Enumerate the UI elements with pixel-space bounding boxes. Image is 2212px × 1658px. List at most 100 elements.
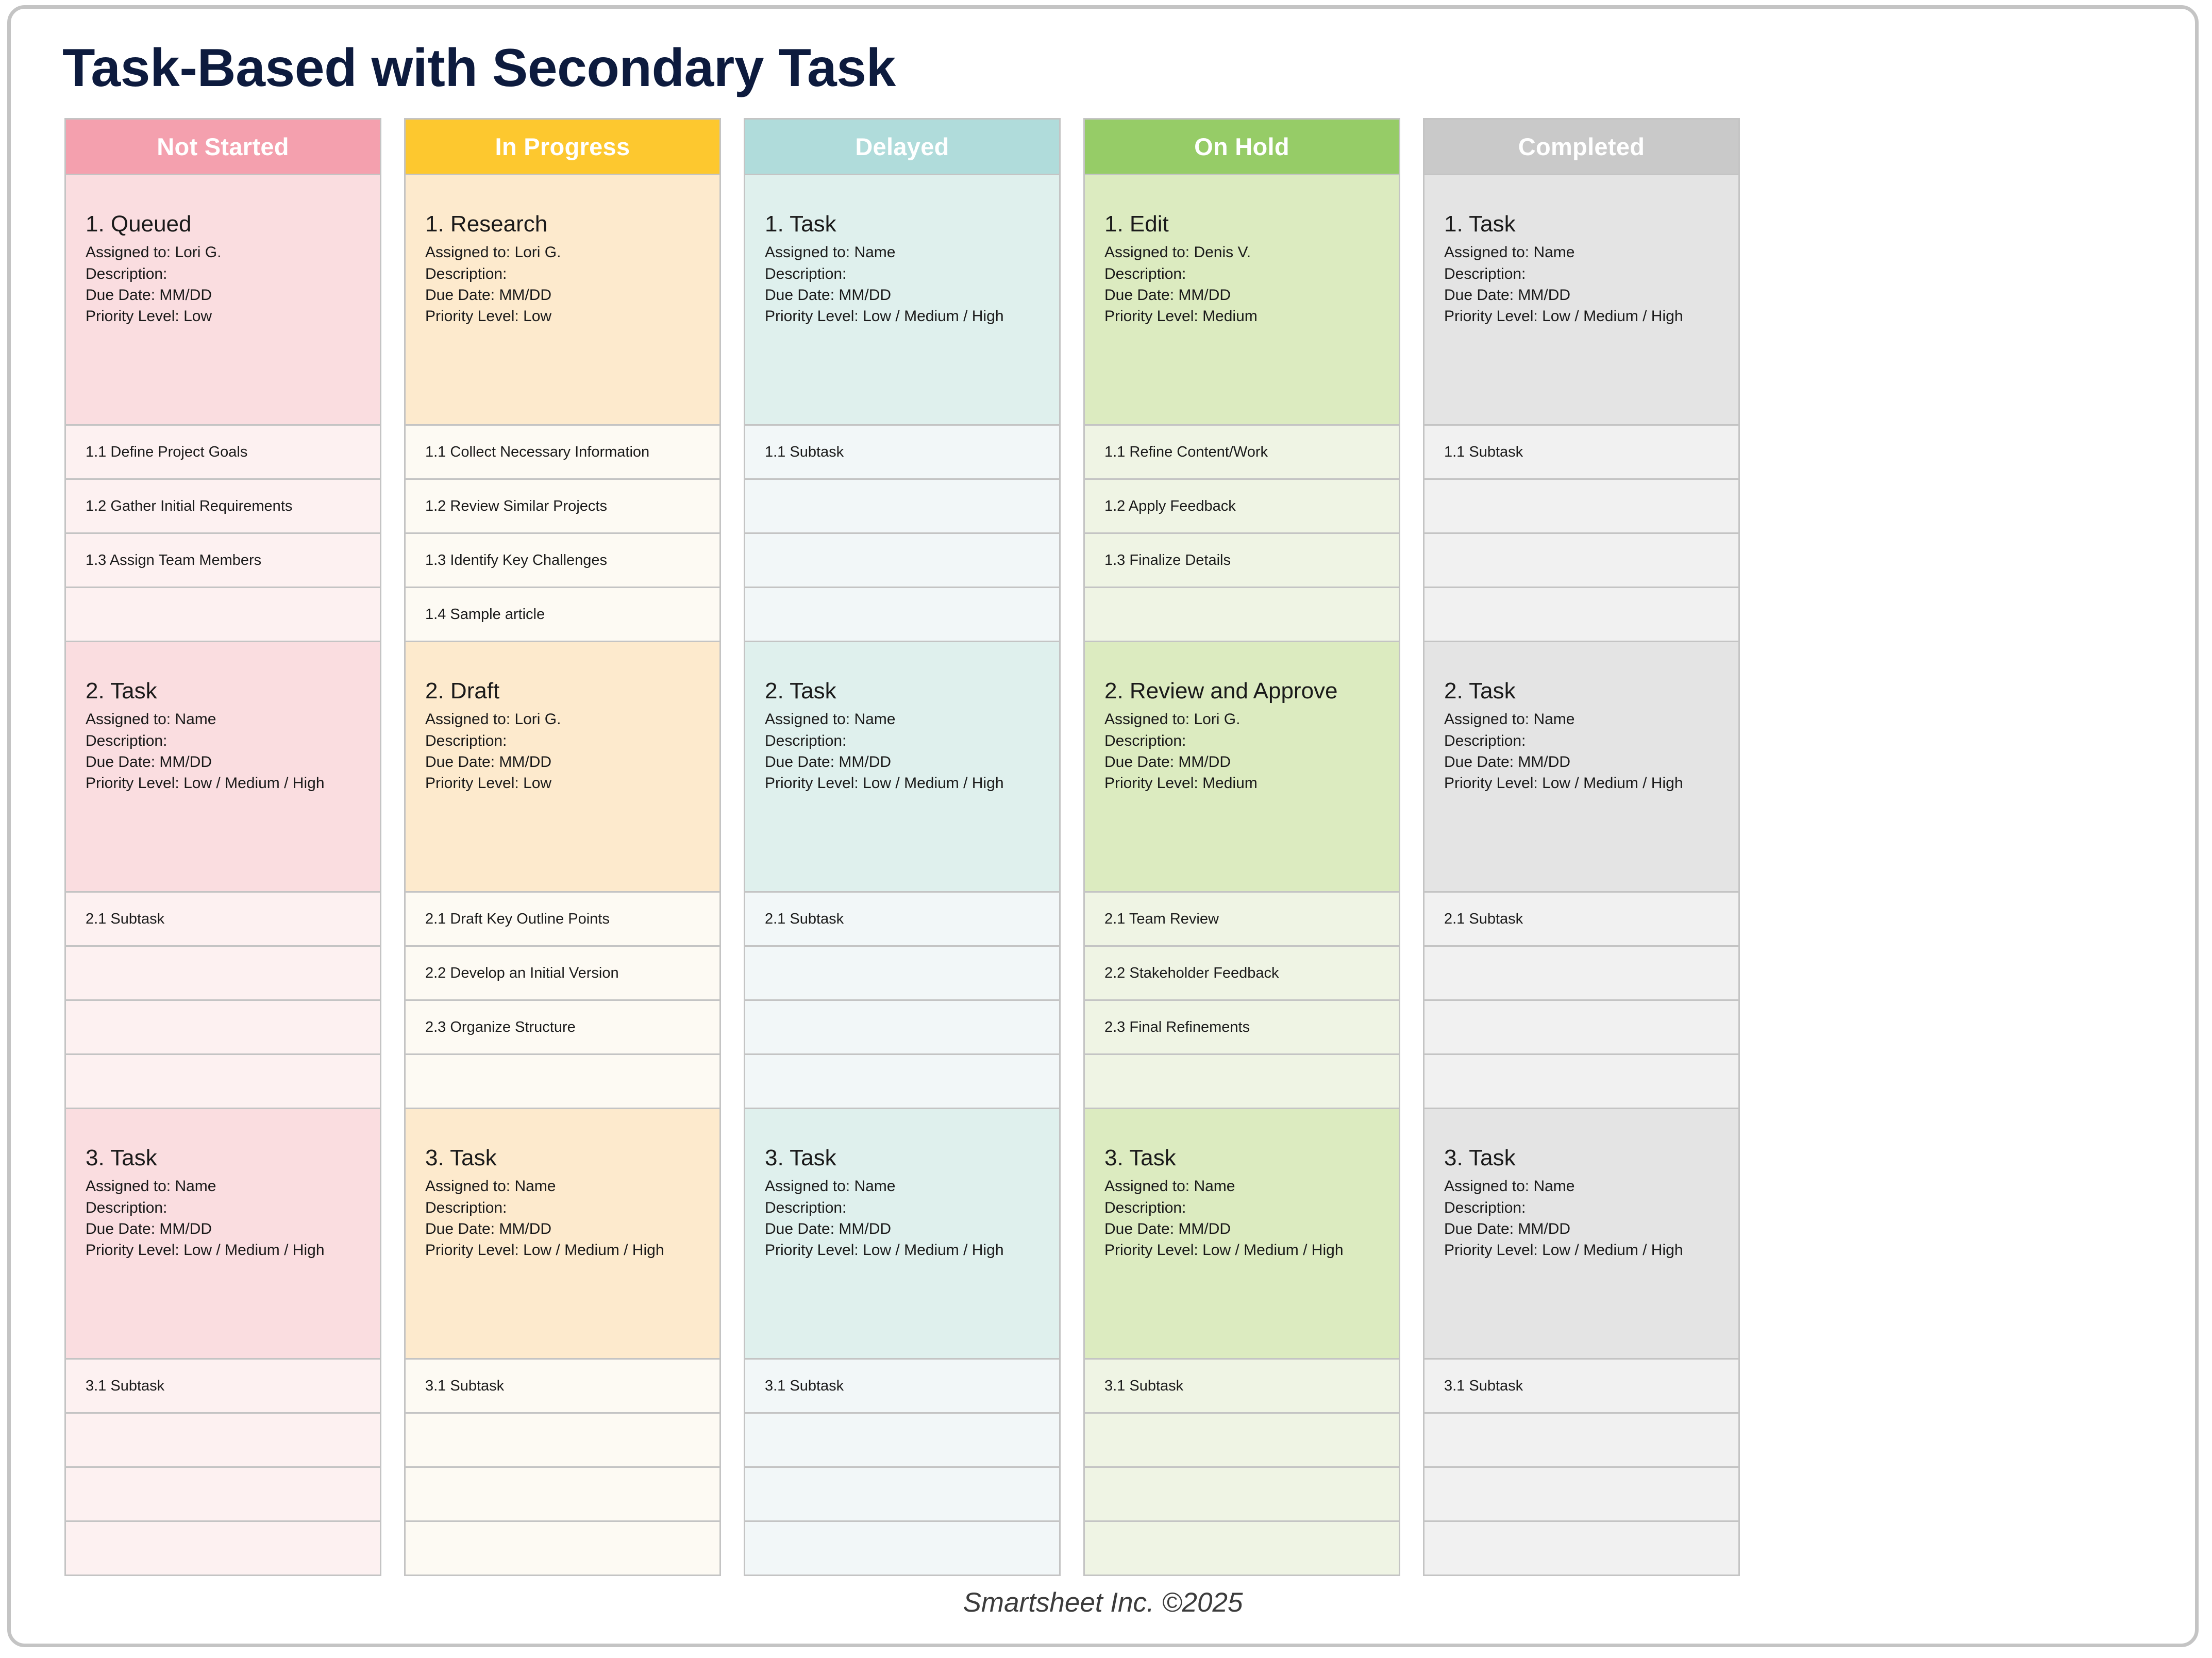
subtask-row-empty[interactable] [744,947,1061,1001]
task-due-date: Due Date: MM/DD [1104,287,1231,304]
subtask-row-empty[interactable] [744,534,1061,588]
subtask-row[interactable]: 2.1 Subtask [744,893,1061,947]
task-card[interactable]: 1. Queued Assigned to: Lori G. Description… [64,175,381,426]
subtask-row[interactable]: 1.3 Finalize Details [1083,534,1400,588]
task-title: 3. Task [765,1145,836,1170]
task-due-date: Due Date: MM/DD [1444,753,1571,771]
subtask-row[interactable]: 1.2 Review Similar Projects [404,480,721,534]
subtask-row-empty[interactable] [1423,1414,1740,1468]
task-priority: Priority Level: Low / Medium / High [86,1242,325,1259]
column-completed: Completed 1. Task Assigned to: Name Descrip… [1423,118,1740,1576]
subtask-row[interactable]: 1.2 Apply Feedback [1083,480,1400,534]
subtask-row[interactable]: 1.3 Assign Team Members [64,534,381,588]
subtask-row[interactable]: 1.2 Gather Initial Requirements [64,480,381,534]
subtask-row-empty[interactable] [1423,1001,1740,1055]
task-due-date: Due Date: MM/DD [765,287,892,304]
task-title: 1. Task [1444,211,1516,237]
subtask-row[interactable]: 3.1 Subtask [404,1360,721,1414]
subtask-row-empty[interactable] [744,1001,1061,1055]
task-assigned: Assigned to: Lori G. [425,711,561,728]
task-description: Description: [1444,732,1526,749]
subtask-row[interactable]: 2.2 Stakeholder Feedback [1083,947,1400,1001]
column-header-completed[interactable]: Completed [1423,118,1740,175]
subtask-row-empty[interactable] [404,1522,721,1576]
task-card[interactable]: 2. Draft Assigned to: Lori G. Description:… [404,642,721,893]
subtask-row-empty[interactable] [1423,1468,1740,1522]
subtask-row-empty[interactable] [64,1001,381,1055]
subtask-row[interactable]: 2.3 Final Refinements [1083,1001,1400,1055]
subtask-row[interactable]: 3.1 Subtask [64,1360,381,1414]
subtask-row-empty[interactable] [744,1414,1061,1468]
task-card[interactable]: 2. Task Assigned to: Name Description: Due … [64,642,381,893]
subtask-row-empty[interactable] [64,1468,381,1522]
subtask-row[interactable]: 1.3 Identify Key Challenges [404,534,721,588]
subtask-row-empty[interactable] [64,1055,381,1109]
task-due-date: Due Date: MM/DD [425,1220,552,1238]
task-card[interactable]: 1. Research Assigned to: Lori G. Descripti… [404,175,721,426]
subtask-row[interactable]: 3.1 Subtask [1083,1360,1400,1414]
subtask-row[interactable]: 1.1 Refine Content/Work [1083,426,1400,480]
task-card[interactable]: 3. Task Assigned to: Name Description: Due … [744,1109,1061,1360]
task-card[interactable]: 3. Task Assigned to: Name Description: Due … [404,1109,721,1360]
task-card[interactable]: 1. Task Assigned to: Name Description: Due … [744,175,1061,426]
subtask-row[interactable]: 1.1 Subtask [744,426,1061,480]
subtask-row-empty[interactable] [64,1414,381,1468]
subtask-row[interactable]: 2.1 Team Review [1083,893,1400,947]
subtask-row-empty[interactable] [1423,947,1740,1001]
task-description: Description: [425,732,507,749]
subtask-row[interactable]: 2.3 Organize Structure [404,1001,721,1055]
task-title: 2. Task [86,678,157,704]
subtask-row-empty[interactable] [1423,480,1740,534]
subtask-row[interactable]: 2.1 Subtask [64,893,381,947]
subtask-row-empty[interactable] [404,1414,721,1468]
task-due-date: Due Date: MM/DD [86,753,212,771]
task-assigned: Assigned to: Name [765,244,896,261]
subtask-row[interactable]: 2.1 Draft Key Outline Points [404,893,721,947]
subtask-row-empty[interactable] [1083,588,1400,642]
subtask-row-empty[interactable] [1423,588,1740,642]
task-card[interactable]: 2. Task Assigned to: Name Description: Due … [744,642,1061,893]
subtask-row-empty[interactable] [1423,1522,1740,1576]
task-card[interactable]: 1. Edit Assigned to: Denis V. Description:… [1083,175,1400,426]
column-header-in-progress[interactable]: In Progress [404,118,721,175]
task-card[interactable]: 1. Task Assigned to: Name Description: Due … [1423,175,1740,426]
task-card[interactable]: 3. Task Assigned to: Name Description: Due … [64,1109,381,1360]
subtask-row[interactable]: 1.1 Define Project Goals [64,426,381,480]
task-title: 2. Review and Approve [1104,678,1338,704]
task-block: 2. Draft Assigned to: Lori G. Description:… [404,642,721,1109]
subtask-row[interactable]: 1.4 Sample article [404,588,721,642]
subtask-row-empty[interactable] [744,1522,1061,1576]
subtask-row-empty[interactable] [404,1055,721,1109]
subtask-row-empty[interactable] [744,588,1061,642]
subtask-row-empty[interactable] [744,1055,1061,1109]
subtask-row[interactable]: 2.1 Subtask [1423,893,1740,947]
subtask-row[interactable]: 1.1 Collect Necessary Information [404,426,721,480]
task-card[interactable]: 2. Review and Approve Assigned to: Lori G… [1083,642,1400,893]
subtask-row-empty[interactable] [1083,1522,1400,1576]
column-header-not-started[interactable]: Not Started [64,118,381,175]
subtask-row-empty[interactable] [744,480,1061,534]
task-card[interactable]: 3. Task Assigned to: Name Description: Due … [1423,1109,1740,1360]
column-header-delayed[interactable]: Delayed [744,118,1061,175]
task-block: 3. Task Assigned to: Name Description: Due … [1423,1109,1740,1576]
subtask-row[interactable]: 3.1 Subtask [744,1360,1061,1414]
subtask-row-empty[interactable] [1083,1414,1400,1468]
subtask-row-empty[interactable] [744,1468,1061,1522]
task-card[interactable]: 2. Task Assigned to: Name Description: Due … [1423,642,1740,893]
task-title: 3. Task [425,1145,497,1170]
task-card[interactable]: 3. Task Assigned to: Name Description: Due … [1083,1109,1400,1360]
subtask-row-empty[interactable] [64,947,381,1001]
task-block: 2. Task Assigned to: Name Description: Due … [64,642,381,1109]
subtask-row-empty[interactable] [1083,1468,1400,1522]
subtask-row[interactable]: 2.2 Develop an Initial Version [404,947,721,1001]
subtask-row[interactable]: 1.1 Subtask [1423,426,1740,480]
subtask-row-empty[interactable] [1083,1055,1400,1109]
subtask-row-empty[interactable] [64,1522,381,1576]
subtask-row-empty[interactable] [404,1468,721,1522]
subtask-row-empty[interactable] [64,588,381,642]
subtask-row-empty[interactable] [1423,534,1740,588]
task-block: 1. Edit Assigned to: Denis V. Description:… [1083,175,1400,642]
column-header-on-hold[interactable]: On Hold [1083,118,1400,175]
subtask-row[interactable]: 3.1 Subtask [1423,1360,1740,1414]
subtask-row-empty[interactable] [1423,1055,1740,1109]
